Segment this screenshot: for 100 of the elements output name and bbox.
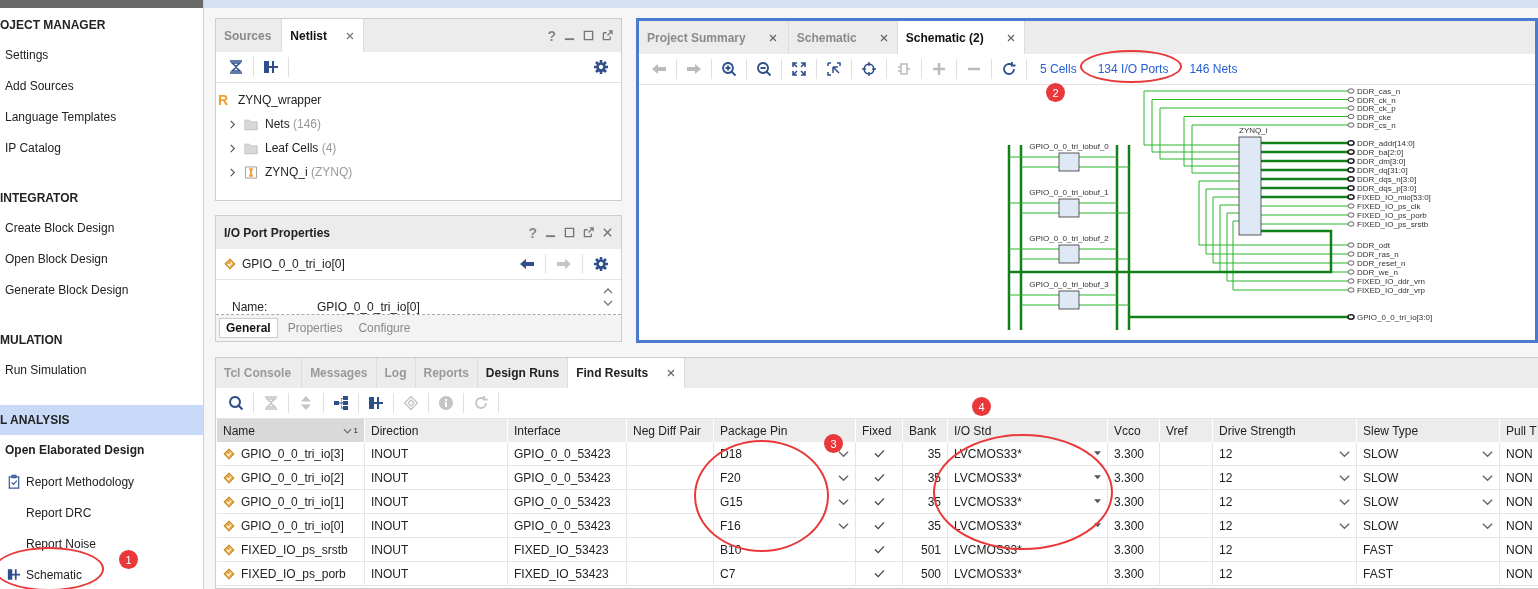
collapse-all-icon[interactable] — [228, 59, 244, 75]
tree-item[interactable]: Leaf Cells (4) — [265, 141, 337, 155]
sidebar-item[interactable]: IP Catalog — [0, 133, 203, 164]
table-cell[interactable]: GPIO_0_0_tri_io[2] — [241, 470, 344, 485]
chevron-icon[interactable] — [228, 167, 237, 177]
section-header[interactable]: OJECT MANAGER — [0, 10, 203, 40]
dropdown-icon[interactable] — [1339, 449, 1350, 458]
close-icon[interactable] — [602, 227, 613, 238]
tree-item[interactable]: ZYNQ_i (ZYNQ) — [265, 165, 353, 179]
column-header[interactable]: Direction — [371, 423, 419, 438]
count-link[interactable]: 134 I/O Ports — [1097, 62, 1169, 76]
table-cell[interactable]: GPIO_0_0_tri_io[0] — [241, 518, 344, 533]
sidebar-item[interactable]: Open Block Design — [0, 244, 203, 275]
column-header[interactable]: Package Pin — [720, 423, 788, 438]
table-cell: INOUT — [371, 446, 409, 461]
sidebar-item[interactable]: Generate Block Design — [0, 275, 203, 306]
table-cell: LVCMOS33* — [954, 518, 1022, 533]
table-cell: LVCMOS33* — [954, 470, 1022, 485]
column-header[interactable]: I/O Std — [954, 423, 992, 438]
zoom-out-icon[interactable] — [756, 61, 772, 77]
dropdown-icon[interactable] — [1339, 497, 1350, 506]
fit-icon[interactable] — [791, 61, 807, 77]
table-cell: 500 — [920, 566, 941, 581]
sidebar-item[interactable]: Add Sources — [0, 71, 203, 102]
column-header[interactable]: Interface — [514, 423, 561, 438]
settings-icon[interactable] — [593, 59, 609, 75]
column-header[interactable]: Pull T — [1506, 423, 1537, 438]
dropdown-icon[interactable] — [1339, 473, 1350, 482]
center-icon[interactable] — [861, 61, 877, 77]
close-icon[interactable] — [666, 368, 677, 378]
column-header[interactable]: Name — [223, 423, 255, 438]
section-header[interactable]: MULATION — [0, 325, 203, 355]
dropdown-icon[interactable] — [1482, 449, 1493, 458]
table-cell: 35 — [927, 518, 941, 533]
float-icon[interactable] — [583, 227, 594, 238]
column-header[interactable]: Vcco — [1114, 423, 1141, 438]
scroll-arrows-icon[interactable] — [603, 286, 613, 308]
maximize-icon[interactable] — [564, 227, 575, 238]
table-cell: GPIO_0_0_53423 — [514, 494, 611, 509]
column-header[interactable]: Slew Type — [1363, 423, 1419, 438]
dropdown-icon[interactable] — [1482, 497, 1493, 506]
back-icon[interactable] — [519, 256, 535, 272]
sidebar-item[interactable]: Schematic — [26, 567, 83, 582]
table-cell: B10 — [720, 542, 742, 557]
sidebar-item[interactable]: Report DRC — [26, 505, 92, 520]
column-header[interactable]: Bank — [909, 423, 937, 438]
panel-tab[interactable]: Netlist — [282, 19, 365, 52]
dropdown-icon[interactable] — [838, 521, 849, 530]
table-cell[interactable]: FIXED_IO_ps_porb — [241, 566, 346, 581]
sidebar-item[interactable]: Run Simulation — [0, 355, 203, 386]
dropdown-icon[interactable] — [1094, 475, 1101, 480]
tree-item[interactable]: ZYNQ_wrapper — [238, 93, 322, 107]
column-header[interactable]: Vref — [1166, 423, 1188, 438]
column-header[interactable]: Drive Strength — [1219, 423, 1296, 438]
count-link[interactable]: 146 Nets — [1189, 62, 1238, 76]
sidebar-item[interactable]: Create Block Design — [0, 213, 203, 244]
search-icon[interactable] — [228, 395, 244, 411]
chevron-icon[interactable] — [228, 143, 237, 153]
port-label: FIXED_IO_ddr_vrn — [1357, 277, 1426, 286]
port-label: DDR_addr[14:0] — [1357, 139, 1415, 148]
dropdown-icon[interactable] — [1339, 521, 1350, 530]
count-link[interactable]: 5 Cells — [1040, 62, 1077, 76]
dropdown-icon[interactable] — [1482, 521, 1493, 530]
schematic-icon[interactable] — [263, 59, 279, 75]
dropdown-icon[interactable] — [1482, 473, 1493, 482]
sidebar-item[interactable]: Language Templates — [0, 102, 203, 133]
zoom-area-icon[interactable] — [826, 61, 842, 77]
properties-tab[interactable]: General — [219, 318, 278, 338]
sidebar-item[interactable]: Open Elaborated Design — [0, 435, 203, 466]
table-cell[interactable]: GPIO_0_0_tri_io[3] — [241, 446, 344, 461]
section-header[interactable]: L ANALYSIS — [0, 405, 203, 435]
close-icon[interactable] — [1005, 32, 1016, 43]
tree-item[interactable]: Nets (146) — [265, 117, 322, 131]
close-icon[interactable] — [878, 32, 889, 43]
close-icon[interactable] — [345, 30, 356, 41]
table-cell[interactable]: GPIO_0_0_tri_io[1] — [241, 494, 344, 509]
table-cell[interactable]: FIXED_IO_ps_srstb — [241, 542, 348, 557]
schematic-icon[interactable] — [368, 395, 384, 411]
float-icon[interactable] — [602, 30, 613, 41]
dropdown-icon[interactable] — [1094, 523, 1101, 528]
chevron-icon[interactable] — [228, 119, 237, 129]
sidebar-item[interactable]: Report Methodology — [26, 474, 135, 489]
dropdown-icon[interactable] — [838, 473, 849, 482]
editor-tab[interactable]: Schematic (2) — [897, 21, 1025, 54]
console-tab[interactable]: Find Results — [568, 358, 686, 388]
dropdown-icon[interactable] — [838, 449, 849, 458]
hierarchy-icon[interactable] — [333, 395, 349, 411]
sidebar-item[interactable]: Report Noise — [26, 536, 97, 551]
sidebar-item[interactable]: Settings — [0, 40, 203, 71]
dropdown-icon[interactable] — [1094, 451, 1101, 456]
section-header[interactable]: INTEGRATOR — [0, 183, 203, 213]
dropdown-icon[interactable] — [838, 497, 849, 506]
settings-icon[interactable] — [593, 256, 609, 272]
column-header[interactable]: Neg Diff Pair — [633, 423, 701, 438]
dropdown-icon[interactable] — [1094, 499, 1101, 504]
close-icon[interactable] — [767, 32, 778, 43]
maximize-icon[interactable] — [583, 30, 594, 41]
column-header[interactable]: Fixed — [862, 423, 892, 438]
zoom-in-icon[interactable] — [721, 61, 737, 77]
refresh-icon[interactable] — [1001, 61, 1017, 77]
